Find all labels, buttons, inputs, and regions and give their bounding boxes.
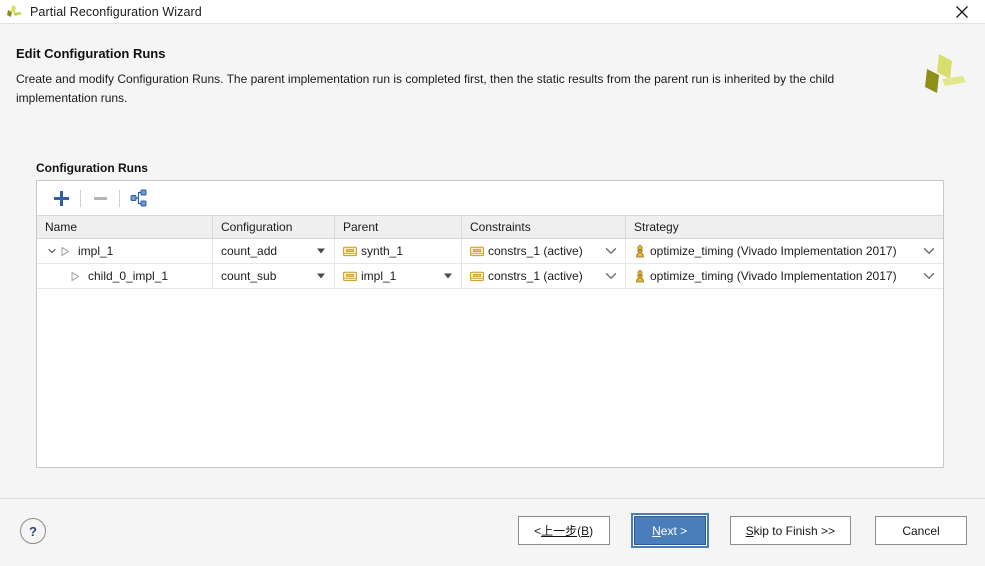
run-name-label: impl_1 [78, 244, 114, 258]
help-button[interactable]: ? [20, 518, 46, 544]
cell-parent[interactable]: synth_1 [335, 239, 462, 263]
skip-to-finish-button[interactable]: Skip to Finish >> [729, 516, 851, 545]
cell-parent[interactable]: impl_1 [335, 264, 462, 288]
next-button-text: ext > [660, 523, 688, 538]
xilinx-brand-logo-icon [921, 52, 967, 96]
strategy-pawn-icon [634, 244, 646, 258]
configuration-runs-table: Name Configuration Parent Constraints St… [37, 216, 943, 289]
cell-configuration[interactable]: count_sub [213, 264, 335, 288]
back-button-mnemonic: B [581, 523, 590, 538]
run-box-icon [343, 245, 357, 257]
cell-configuration[interactable]: count_add [213, 239, 335, 263]
configuration-value: count_sub [221, 269, 277, 283]
configuration-value: count_add [221, 244, 278, 258]
panel-toolbar [37, 181, 943, 216]
wizard-body: Configuration Runs Name Configuration Pa… [0, 136, 985, 498]
title-bar: Partial Reconfiguration Wizard [0, 0, 985, 24]
cancel-button[interactable]: Cancel [875, 516, 967, 545]
xilinx-logo-icon [6, 4, 24, 20]
constraints-value: constrs_1 (active) [488, 244, 583, 258]
configuration-runs-panel: Name Configuration Parent Constraints St… [36, 180, 944, 468]
run-box-icon [343, 270, 357, 282]
page-title: Edit Configuration Runs [16, 46, 166, 61]
window-title: Partial Reconfiguration Wizard [30, 4, 202, 19]
wizard-header: Edit Configuration Runs Create and modif… [0, 24, 985, 136]
cell-name[interactable]: impl_1 [37, 239, 213, 263]
section-label: Configuration Runs [36, 161, 148, 175]
constraints-box-icon [470, 245, 484, 257]
column-header-strategy[interactable]: Strategy [626, 216, 943, 238]
strategy-value: optimize_timing (Vivado Implementation 2… [650, 269, 897, 283]
strategy-dropdown-chevron-icon[interactable] [923, 247, 935, 255]
back-button-text: 上一步 [541, 524, 578, 538]
remove-run-button[interactable] [85, 185, 115, 211]
cell-strategy[interactable]: optimize_timing (Vivado Implementation 2… [626, 239, 943, 263]
constraints-box-icon [470, 270, 484, 282]
parent-dropdown-arrow-icon[interactable] [444, 273, 452, 279]
toolbar-separator [80, 189, 81, 207]
table-row[interactable]: child_0_impl_1 count_sub impl_1 constrs_… [37, 264, 943, 289]
add-run-button[interactable] [46, 185, 76, 211]
strategy-value: optimize_timing (Vivado Implementation 2… [650, 244, 897, 258]
tree-expand-chevron-icon[interactable] [45, 246, 59, 256]
next-button-mnemonic: N [652, 523, 661, 538]
back-button-prefix: < [534, 523, 542, 538]
constraints-dropdown-chevron-icon[interactable] [605, 247, 617, 255]
run-triangle-icon [59, 246, 71, 257]
strategy-pawn-icon [634, 269, 646, 283]
cell-constraints[interactable]: constrs_1 (active) [462, 239, 626, 263]
back-button[interactable]: < 上一步(B) [517, 516, 610, 545]
page-description: Create and modify Configuration Runs. Th… [16, 72, 835, 105]
column-header-configuration[interactable]: Configuration [213, 216, 335, 238]
cell-name[interactable]: child_0_impl_1 [37, 264, 213, 288]
run-triangle-icon [69, 271, 81, 282]
wizard-button-bar: < 上一步(B) Next > Skip to Finish >> Cancel [517, 513, 967, 548]
parent-value: impl_1 [361, 269, 397, 283]
column-header-name[interactable]: Name [37, 216, 213, 238]
skip-button-text: kip to Finish >> [753, 523, 835, 538]
column-header-parent[interactable]: Parent [335, 216, 462, 238]
strategy-dropdown-chevron-icon[interactable] [923, 272, 935, 280]
cell-constraints[interactable]: constrs_1 (active) [462, 264, 626, 288]
wizard-footer: ? < 上一步(B) Next > Skip to Finish >> Canc… [0, 498, 985, 566]
close-icon[interactable] [939, 0, 985, 23]
column-header-constraints[interactable]: Constraints [462, 216, 626, 238]
run-name-label: child_0_impl_1 [88, 269, 169, 283]
next-button[interactable]: Next > [630, 513, 709, 548]
parent-value: synth_1 [361, 244, 404, 258]
cell-strategy[interactable]: optimize_timing (Vivado Implementation 2… [626, 264, 943, 288]
table-header-row: Name Configuration Parent Constraints St… [37, 216, 943, 239]
configuration-dropdown-arrow-icon[interactable] [317, 273, 325, 279]
configuration-dropdown-arrow-icon[interactable] [317, 248, 325, 254]
table-row[interactable]: impl_1 count_add synth_1 constrs_1 (acti… [37, 239, 943, 264]
toolbar-separator [119, 189, 120, 207]
hierarchy-icon[interactable] [124, 185, 154, 211]
constraints-dropdown-chevron-icon[interactable] [605, 272, 617, 280]
constraints-value: constrs_1 (active) [488, 269, 583, 283]
back-button-paren-close: ) [589, 523, 594, 538]
skip-button-mnemonic: S [745, 523, 754, 538]
